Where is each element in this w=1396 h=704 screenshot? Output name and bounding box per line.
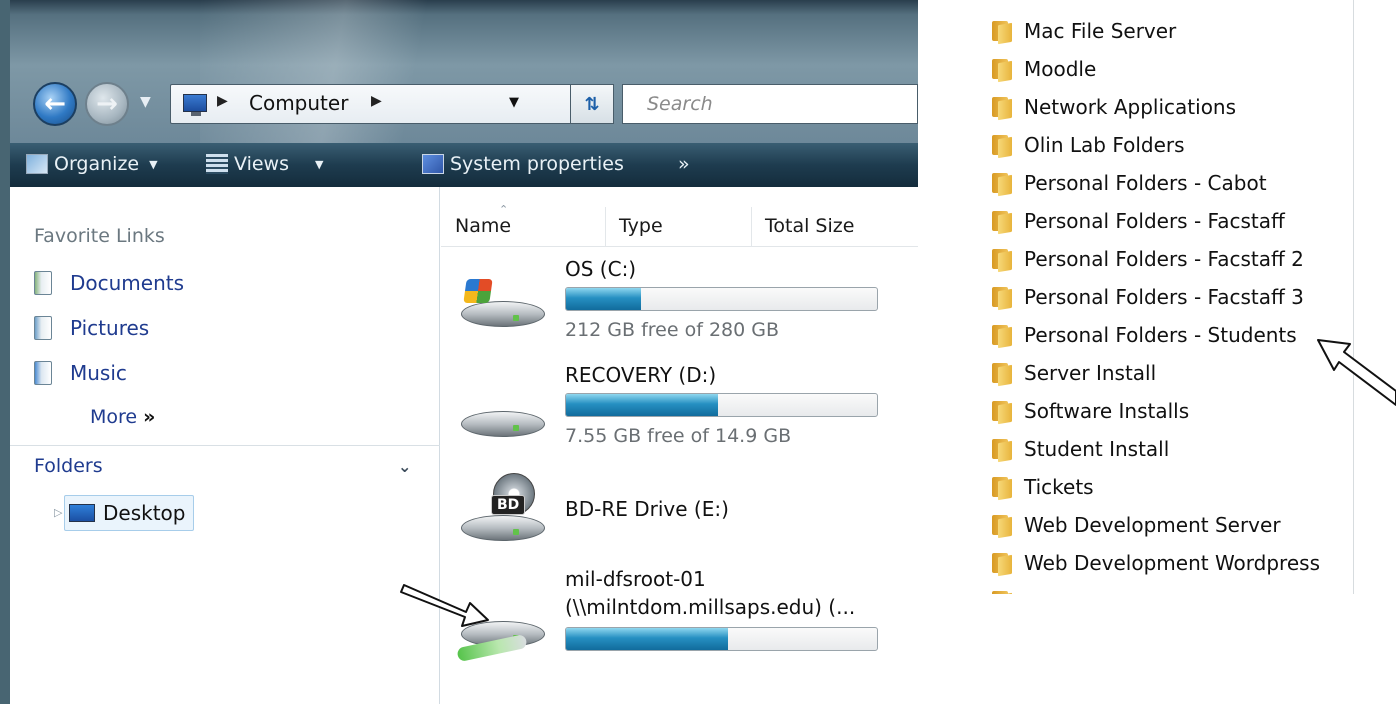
annotation-arrow-students-folder [1317,339,1396,406]
annotation-overlay [400,339,1396,627]
annotation-arrow-network-drive [400,584,489,627]
